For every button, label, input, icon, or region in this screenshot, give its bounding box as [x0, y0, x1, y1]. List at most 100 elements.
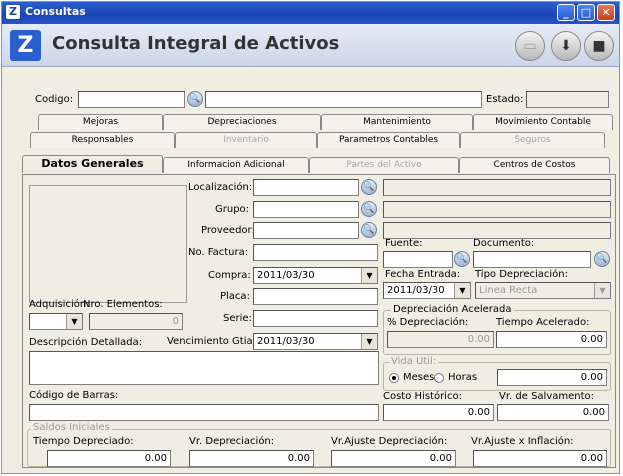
localizacion-input[interactable] — [253, 179, 359, 196]
pct-depreciacion-field: 0.00 — [387, 331, 494, 348]
window-title: Consultas — [25, 5, 86, 18]
meses-radio[interactable] — [389, 373, 399, 383]
tab-responsables[interactable]: Responsables — [30, 132, 175, 148]
vencimiento-date-picker[interactable]: 2011/03/30 ▼ — [253, 333, 378, 350]
tab-seguros[interactable]: Seguros — [460, 132, 605, 148]
vr-ajuste-depreciacion-input[interactable]: 0.00 — [331, 450, 456, 467]
grupo-search-icon[interactable]: 🔍 — [361, 201, 377, 217]
fuente-search-icon[interactable]: 🔍 — [454, 251, 470, 267]
estado-field — [526, 91, 609, 108]
tiempo-acelerado-input[interactable]: 0.00 — [496, 331, 607, 348]
factura-input[interactable] — [253, 244, 378, 261]
nro-elementos-label: Nro. Elementos: — [83, 299, 163, 310]
exit-button[interactable]: ■ — [584, 31, 614, 61]
print-button[interactable]: ▭ — [515, 31, 545, 61]
title-bar[interactable]: Z Consultas _ □ ✕ — [2, 2, 619, 24]
depreciacion-acelerada-title: Depreciación Acelerada — [391, 304, 514, 315]
compra-date-picker[interactable]: 2011/03/30 ▼ — [253, 267, 378, 284]
tab-inventario[interactable]: Inventario — [175, 132, 317, 148]
descripcion-label: Descripción Detallada: — [29, 337, 143, 348]
codigo-barras-label: Código de Barras: — [29, 390, 119, 401]
horas-label: Horas — [448, 372, 478, 383]
proveedor-search-icon[interactable]: 🔍 — [361, 222, 377, 238]
tab-mantenimiento[interactable]: Mantenimiento — [321, 114, 473, 130]
descripcion-activo-field[interactable] — [205, 91, 482, 108]
codigo-input[interactable] — [78, 91, 185, 108]
close-button[interactable]: ✕ — [597, 4, 615, 21]
fuente-label: Fuente: — [385, 238, 423, 249]
documento-input[interactable] — [473, 251, 591, 268]
fecha-entrada-date-picker[interactable]: 2011/03/30 ▼ — [383, 282, 471, 299]
datos-generales-panel: Localización: 🔍 Grupo: 🔍 Proveedor: 🔍 No… — [22, 174, 616, 468]
fecha-entrada-value: 2011/03/30 — [387, 285, 445, 296]
adquisicion-select[interactable]: ▼ — [29, 313, 83, 330]
serie-input[interactable] — [253, 310, 378, 327]
vencimiento-label: Vencimiento Gtia: — [167, 336, 257, 347]
proveedor-input[interactable] — [253, 222, 359, 239]
placa-label: Placa: — [220, 291, 250, 302]
salvamento-label: Vr. de Salvamento: — [499, 391, 595, 402]
documento-search-icon[interactable]: 🔍 — [594, 251, 610, 267]
salvamento-input[interactable]: 0.00 — [497, 404, 609, 421]
maximize-button[interactable]: □ — [577, 4, 595, 21]
costo-historico-label: Costo Histórico: — [383, 391, 462, 402]
tiempo-acelerado-label: Tiempo Acelerado: — [496, 317, 590, 328]
chevron-down-icon[interactable]: ▼ — [66, 314, 82, 329]
serie-label: Serie: — [223, 313, 252, 324]
consultas-window: Z Consultas _ □ ✕ Z Consulta Integral de… — [1, 1, 620, 474]
codigo-label: Codigo: — [35, 94, 74, 105]
localizacion-search-icon[interactable]: 🔍 — [361, 179, 377, 195]
vida-util-title: Vida Util: — [389, 356, 439, 367]
localizacion-label: Localización: — [188, 182, 253, 193]
tab-mejoras[interactable]: Mejoras — [38, 114, 163, 130]
export-button[interactable]: ⬇ — [551, 31, 581, 61]
page-header: Z Consulta Integral de Activos ▭ ⬇ ■ — [2, 24, 619, 67]
app-logo-icon: Z — [6, 5, 20, 19]
vida-util-input[interactable]: 0.00 — [497, 369, 607, 386]
tipo-depreciacion-value: Linea Recta — [479, 285, 538, 296]
tipo-depreciacion-select[interactable]: Linea Recta ▼ — [475, 282, 611, 299]
vr-depreciacion-label: Vr. Depreciación: — [189, 436, 275, 447]
fuente-input[interactable] — [383, 251, 453, 268]
codigo-search-icon[interactable]: 🔍 — [187, 91, 203, 107]
compra-value: 2011/03/30 — [257, 270, 315, 281]
chevron-down-icon[interactable]: ▼ — [594, 283, 610, 298]
tab-informacion-adicional[interactable]: Informacion Adicional — [163, 157, 309, 173]
tab-parametros-contables[interactable]: Parametros Contables — [317, 132, 460, 148]
tipo-depreciacion-label: Tipo Depreciación: — [475, 269, 568, 280]
tab-depreciaciones[interactable]: Depreciaciones — [163, 114, 321, 130]
page-title: Consulta Integral de Activos — [52, 33, 340, 54]
costo-historico-input[interactable]: 0.00 — [383, 404, 494, 421]
horas-radio[interactable] — [434, 373, 444, 383]
grupo-label: Grupo: — [215, 204, 250, 215]
tab-partes-del-activo[interactable]: Partes del Activo — [309, 157, 459, 173]
tab-datos-generales[interactable]: Datos Generales — [22, 155, 163, 173]
saldos-iniciales-title: Saldos Iniciales — [31, 422, 112, 433]
descripcion-textarea[interactable] — [29, 351, 379, 385]
chevron-down-icon[interactable]: ▼ — [361, 268, 377, 283]
photo-box — [29, 185, 187, 303]
vr-depreciacion-input[interactable]: 0.00 — [189, 450, 314, 467]
localizacion-desc-field — [383, 179, 611, 196]
placa-input[interactable] — [253, 288, 378, 305]
meses-label: Meses — [403, 372, 435, 383]
chevron-down-icon[interactable]: ▼ — [361, 334, 377, 349]
fecha-entrada-label: Fecha Entrada: — [385, 269, 461, 280]
estado-label: Estado: — [486, 94, 524, 105]
tab-movimiento-contable[interactable]: Movimiento Contable — [473, 114, 613, 130]
proveedor-desc-field — [383, 222, 611, 239]
pct-depreciacion-label: % Depreciación: — [387, 317, 469, 328]
minimize-button[interactable]: _ — [557, 4, 575, 21]
app-logo-icon: Z — [10, 30, 41, 61]
vr-ajuste-inflacion-input[interactable]: 0.00 — [473, 450, 607, 467]
proveedor-label: Proveedor: — [201, 225, 255, 236]
tiempo-depreciado-input[interactable]: 0.00 — [47, 450, 171, 467]
factura-label: No. Factura: — [188, 247, 249, 258]
tab-centros-de-costos[interactable]: Centros de Costos — [459, 157, 610, 173]
tiempo-depreciado-label: Tiempo Depreciado: — [33, 436, 134, 447]
compra-label: Compra: — [208, 270, 251, 281]
vr-ajuste-inflacion-label: Vr.Ajuste x Inflación: — [471, 436, 574, 447]
grupo-input[interactable] — [253, 201, 359, 218]
chevron-down-icon[interactable]: ▼ — [454, 283, 470, 298]
codigo-barras-input[interactable] — [29, 404, 379, 421]
